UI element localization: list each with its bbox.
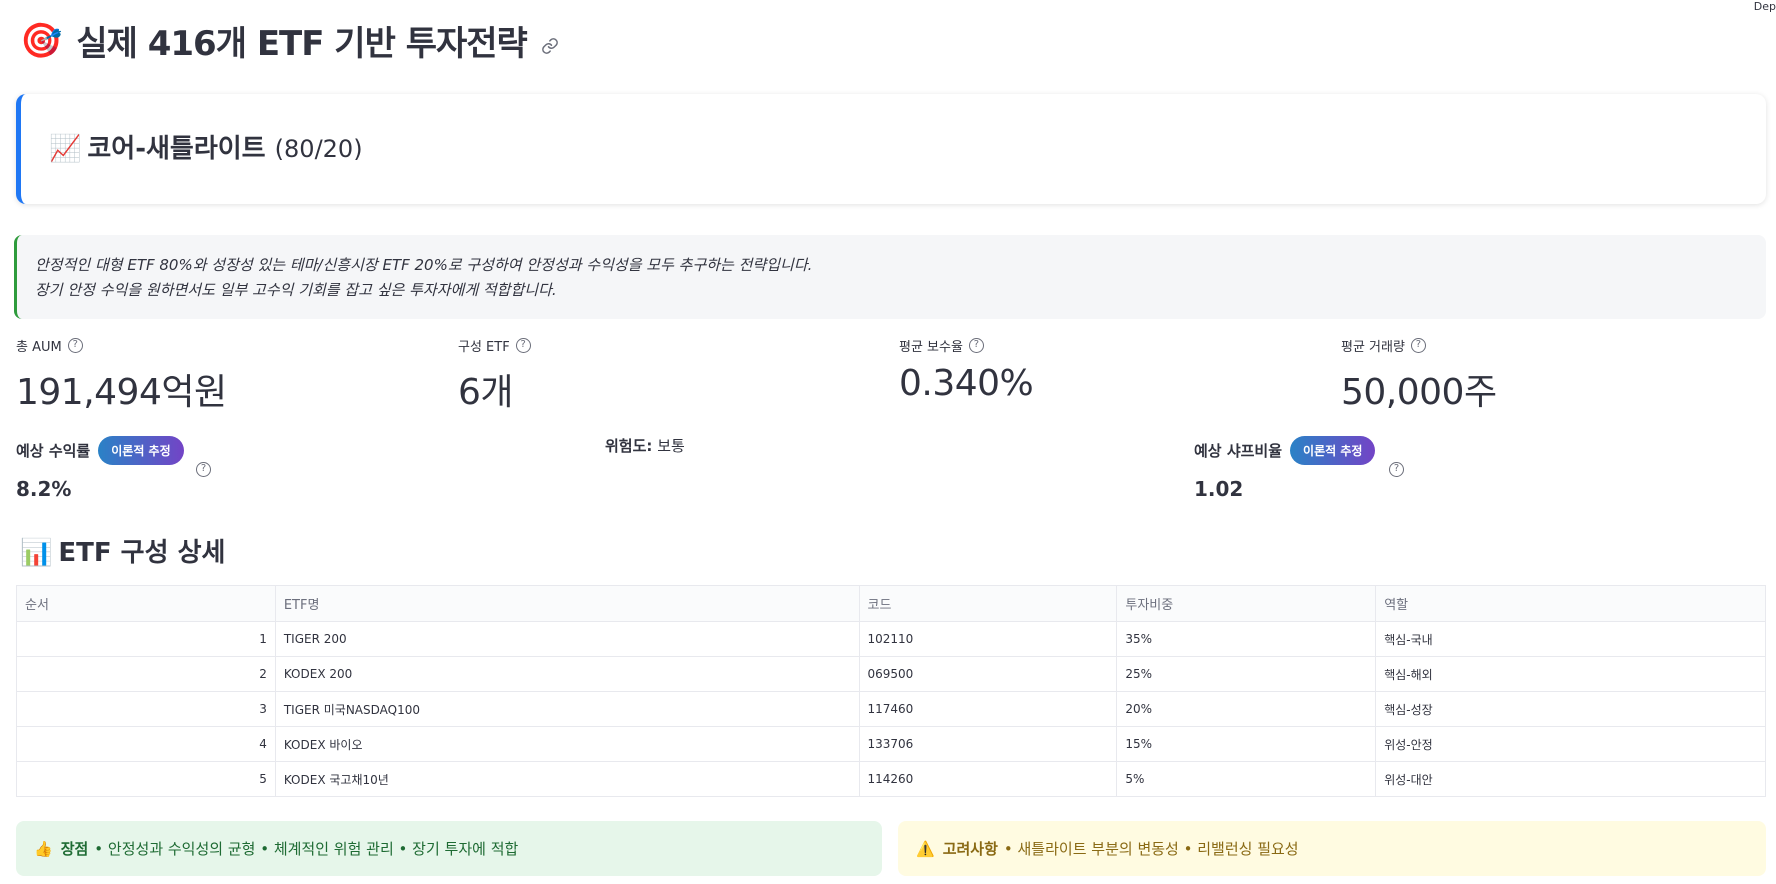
table-row: 2 KODEX 200 069500 25% 핵심-해외 [16,656,1766,692]
table-cell[interactable]: 4 [16,726,276,762]
help-icon[interactable]: ? [515,338,531,353]
expected-return-label: 예상 수익률 [16,442,91,460]
table-cell[interactable]: 3 [16,691,276,727]
metric-volume: 평균 거래량? 50,000주 [1341,336,1497,415]
warning-icon: ⚠️ [916,839,935,858]
strategy-heading: 📈 코어-새틀라이트 (80/20) [49,128,363,165]
table-cell[interactable]: 위성-안정 [1375,726,1766,762]
corner-text: Dep [1753,0,1776,13]
expected-return: 예상 수익률 이론적 추정 ? 8.2% [16,436,211,501]
table-cell[interactable]: 25% [1116,656,1377,692]
risk-value: 보통 [657,437,685,455]
column-header-code[interactable]: 코드 [858,585,1118,622]
etf-section-title-text: ETF 구성 상세 [58,538,226,568]
table-cell[interactable]: 위성-대안 [1375,761,1766,797]
metric-label: 평균 보수율 [899,340,963,355]
table-row: 4 KODEX 바이오 133706 15% 위성-안정 [16,726,1766,762]
table-cell[interactable]: 069500 [858,656,1118,692]
metric-value: 50,000주 [1341,372,1497,413]
table-row: 5 KODEX 국고채10년 114260 5% 위성-대안 [16,761,1766,797]
cons-text: • 새틀라이트 부분의 변동성 • 리밸런싱 필요성 [1003,840,1299,858]
expected-sharpe-value: 1.02 [1194,477,1244,501]
table-cell[interactable]: KODEX 국고채10년 [274,761,860,797]
metric-label: 총 AUM [16,340,62,355]
table-cell[interactable]: 핵심-해외 [1375,656,1766,692]
table-row: 3 TIGER 미국NASDAQ100 117460 20% 핵심-성장 [16,691,1766,727]
risk-level: 위험도: 보통 [605,435,685,456]
etf-section-title: 📊 ETF 구성 상세 [20,532,225,569]
metric-etf-count: 구성 ETF? 6개 [458,336,531,415]
strategy-ratio: (80/20) [274,135,363,163]
page-title-text: 실제 416개 ETF 기반 투자전략 [76,24,527,64]
table-cell[interactable]: 117460 [858,691,1118,727]
table-cell[interactable]: 5 [16,761,276,797]
metric-aum: 총 AUM? 191,494억원 [16,336,227,415]
table-row: 1 TIGER 200 102110 35% 핵심-국내 [16,621,1766,657]
bar-chart-icon: 📊 [20,538,53,568]
table-cell[interactable]: 1 [16,621,276,657]
expected-sharpe-label: 예상 샤프비율 [1194,442,1283,460]
metric-value: 0.340% [899,363,1034,404]
help-icon[interactable]: ? [1410,338,1426,353]
thumbs-up-icon: 👍 [34,839,53,858]
table-cell[interactable]: KODEX 바이오 [274,726,860,762]
column-header-role[interactable]: 역할 [1375,585,1766,622]
page-title: 🎯 실제 416개 ETF 기반 투자전략 [20,16,559,65]
table-cell[interactable]: 20% [1116,691,1377,727]
table-cell[interactable]: KODEX 200 [274,656,860,692]
help-icon[interactable]: ? [196,462,211,477]
table-cell[interactable]: TIGER 미국NASDAQ100 [274,691,860,727]
column-header-order[interactable]: 순서 [16,585,276,622]
help-icon[interactable]: ? [968,338,984,353]
expected-return-value: 8.2% [16,477,72,501]
chart-up-icon: 📈 [49,134,82,164]
estimate-badge: 이론적 추정 [98,436,184,465]
table-cell[interactable]: 114260 [858,761,1118,797]
risk-label: 위험도: [605,437,653,455]
strategy-name: 코어-새틀라이트 [87,134,266,164]
table-cell[interactable]: 핵심-성장 [1375,691,1766,727]
table-cell[interactable]: 핵심-국내 [1375,621,1766,657]
cons-box: ⚠️ 고려사항 • 새틀라이트 부분의 변동성 • 리밸런싱 필요성 [898,821,1766,876]
table-cell[interactable]: 15% [1116,726,1377,762]
table-cell[interactable]: 133706 [858,726,1118,762]
target-icon: 🎯 [20,20,63,61]
table-header-row: 순서 ETF명 코드 투자비중 역할 [16,585,1766,622]
strategy-card: 📈 코어-새틀라이트 (80/20) [16,94,1766,204]
metric-value: 6개 [458,372,514,413]
table-cell[interactable]: 35% [1116,621,1377,657]
pros-label: 장점 [60,840,89,858]
table-cell[interactable]: TIGER 200 [274,621,860,657]
etf-table: 순서 ETF명 코드 투자비중 역할 1 TIGER 200 102110 35… [16,585,1766,797]
estimate-badge: 이론적 추정 [1290,436,1376,465]
column-header-weight[interactable]: 투자비중 [1116,585,1377,622]
help-icon[interactable]: ? [1389,462,1404,477]
expected-sharpe: 예상 샤프비율 이론적 추정 ? 1.02 [1194,436,1404,501]
table-cell[interactable]: 102110 [858,621,1118,657]
description-line-2: 장기 안정 수익을 원하면서도 일부 고수익 기회를 잡고 싶은 투자자에게 적… [35,281,557,299]
metric-fee: 평균 보수율? 0.340% [899,336,1034,404]
help-icon[interactable]: ? [67,338,83,353]
metric-value: 191,494억원 [16,372,227,413]
metric-label: 평균 거래량 [1341,340,1405,355]
cons-label: 고려사항 [942,840,998,858]
strategy-description: 안정적인 대형 ETF 80%와 성장성 있는 테마/신흥시장 ETF 20%로… [14,235,1766,319]
table-cell[interactable]: 5% [1116,761,1377,797]
description-line-1: 안정적인 대형 ETF 80%와 성장성 있는 테마/신흥시장 ETF 20%로… [35,256,813,274]
link-icon[interactable] [541,37,559,55]
metric-label: 구성 ETF [458,340,510,355]
column-header-etf-name[interactable]: ETF명 [274,585,860,622]
pros-box: 👍 장점 • 안정성과 수익성의 균형 • 체계적인 위험 관리 • 장기 투자… [16,821,882,876]
table-cell[interactable]: 2 [16,656,276,692]
pros-text: • 안정성과 수익성의 균형 • 체계적인 위험 관리 • 장기 투자에 적합 [94,840,519,858]
